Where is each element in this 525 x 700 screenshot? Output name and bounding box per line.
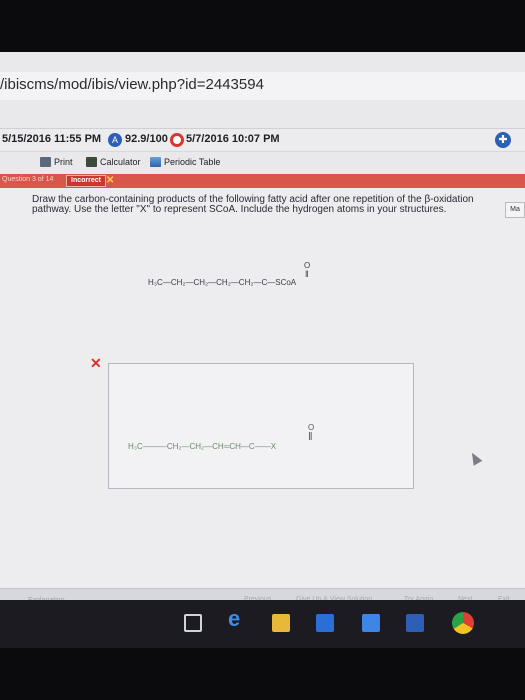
due-clock-icon	[170, 133, 184, 147]
chrome-icon[interactable]	[452, 612, 474, 634]
mouse-cursor-icon	[467, 450, 483, 466]
wrong-answer-mark-icon: ✕	[90, 355, 102, 371]
answer-structure: O ‖ H₃C———CH₂—CH₂—CH═CH—C——X	[128, 423, 315, 452]
given-carbonyl-o: O	[304, 261, 311, 270]
assignment-status-bar: 5/15/2016 11:55 PM A 92.9/100 5/7/2016 1…	[0, 128, 525, 152]
periodic-table-button[interactable]: Periodic Table	[150, 157, 220, 167]
due-time: 5/7/2016 10:07 PM	[186, 133, 280, 145]
incorrect-badge: Incorrect	[66, 175, 106, 187]
question-content: Draw the carbon-containing products of t…	[0, 188, 525, 588]
task-view-icon[interactable]	[184, 614, 202, 632]
start-time: 5/15/2016 11:55 PM	[2, 133, 102, 145]
incorrect-x-icon: ✕	[106, 175, 115, 186]
score-icon: A	[108, 133, 122, 147]
word-icon[interactable]	[406, 614, 424, 632]
store-icon[interactable]	[316, 614, 334, 632]
score-value: 92.9/100	[125, 133, 168, 145]
given-structure: O ‖ H₃C—CH₂—CH₂—CH₂—CH₂—C—SCoA	[148, 261, 311, 288]
periodic-table-icon	[150, 157, 161, 167]
mail-icon[interactable]	[362, 614, 380, 632]
question-text: Draw the carbon-containing products of t…	[32, 194, 474, 215]
answer-carbonyl-o: O	[308, 423, 315, 432]
periodic-table-label: Periodic Table	[164, 157, 221, 167]
question-number: Question 3 of 14	[2, 176, 54, 183]
calculator-button[interactable]: Calculator	[86, 157, 141, 167]
side-tab[interactable]: Ma	[505, 202, 525, 218]
question-header: Question 3 of 14 Incorrect ✕	[0, 174, 525, 188]
url-text[interactable]: /ibiscms/mod/ibis/view.php?id=2443594	[0, 76, 264, 93]
browser-screen: /ibiscms/mod/ibis/view.php?id=2443594 5/…	[0, 52, 525, 637]
edge-browser-icon[interactable]: e	[228, 608, 246, 630]
file-explorer-icon[interactable]	[272, 614, 290, 632]
calculator-icon	[86, 157, 97, 167]
taskbar: e	[0, 600, 525, 648]
tools-toolbar: Print Calculator Periodic Table	[0, 152, 525, 174]
print-label: Print	[54, 157, 73, 167]
answer-chain: H₃C———CH₂—CH₂—CH═CH—C——X	[128, 442, 277, 451]
printer-icon	[40, 157, 51, 167]
print-button[interactable]: Print	[40, 157, 73, 167]
given-double-bond: ‖	[305, 269, 309, 279]
calculator-label: Calculator	[100, 157, 141, 167]
help-icon[interactable]: ✚	[495, 132, 511, 148]
answer-double-bond: ‖	[308, 431, 313, 443]
address-bar[interactable]: /ibiscms/mod/ibis/view.php?id=2443594	[0, 72, 525, 100]
given-chain: H₃C—CH₂—CH₂—CH₂—CH₂—C—SCoA	[148, 278, 297, 287]
